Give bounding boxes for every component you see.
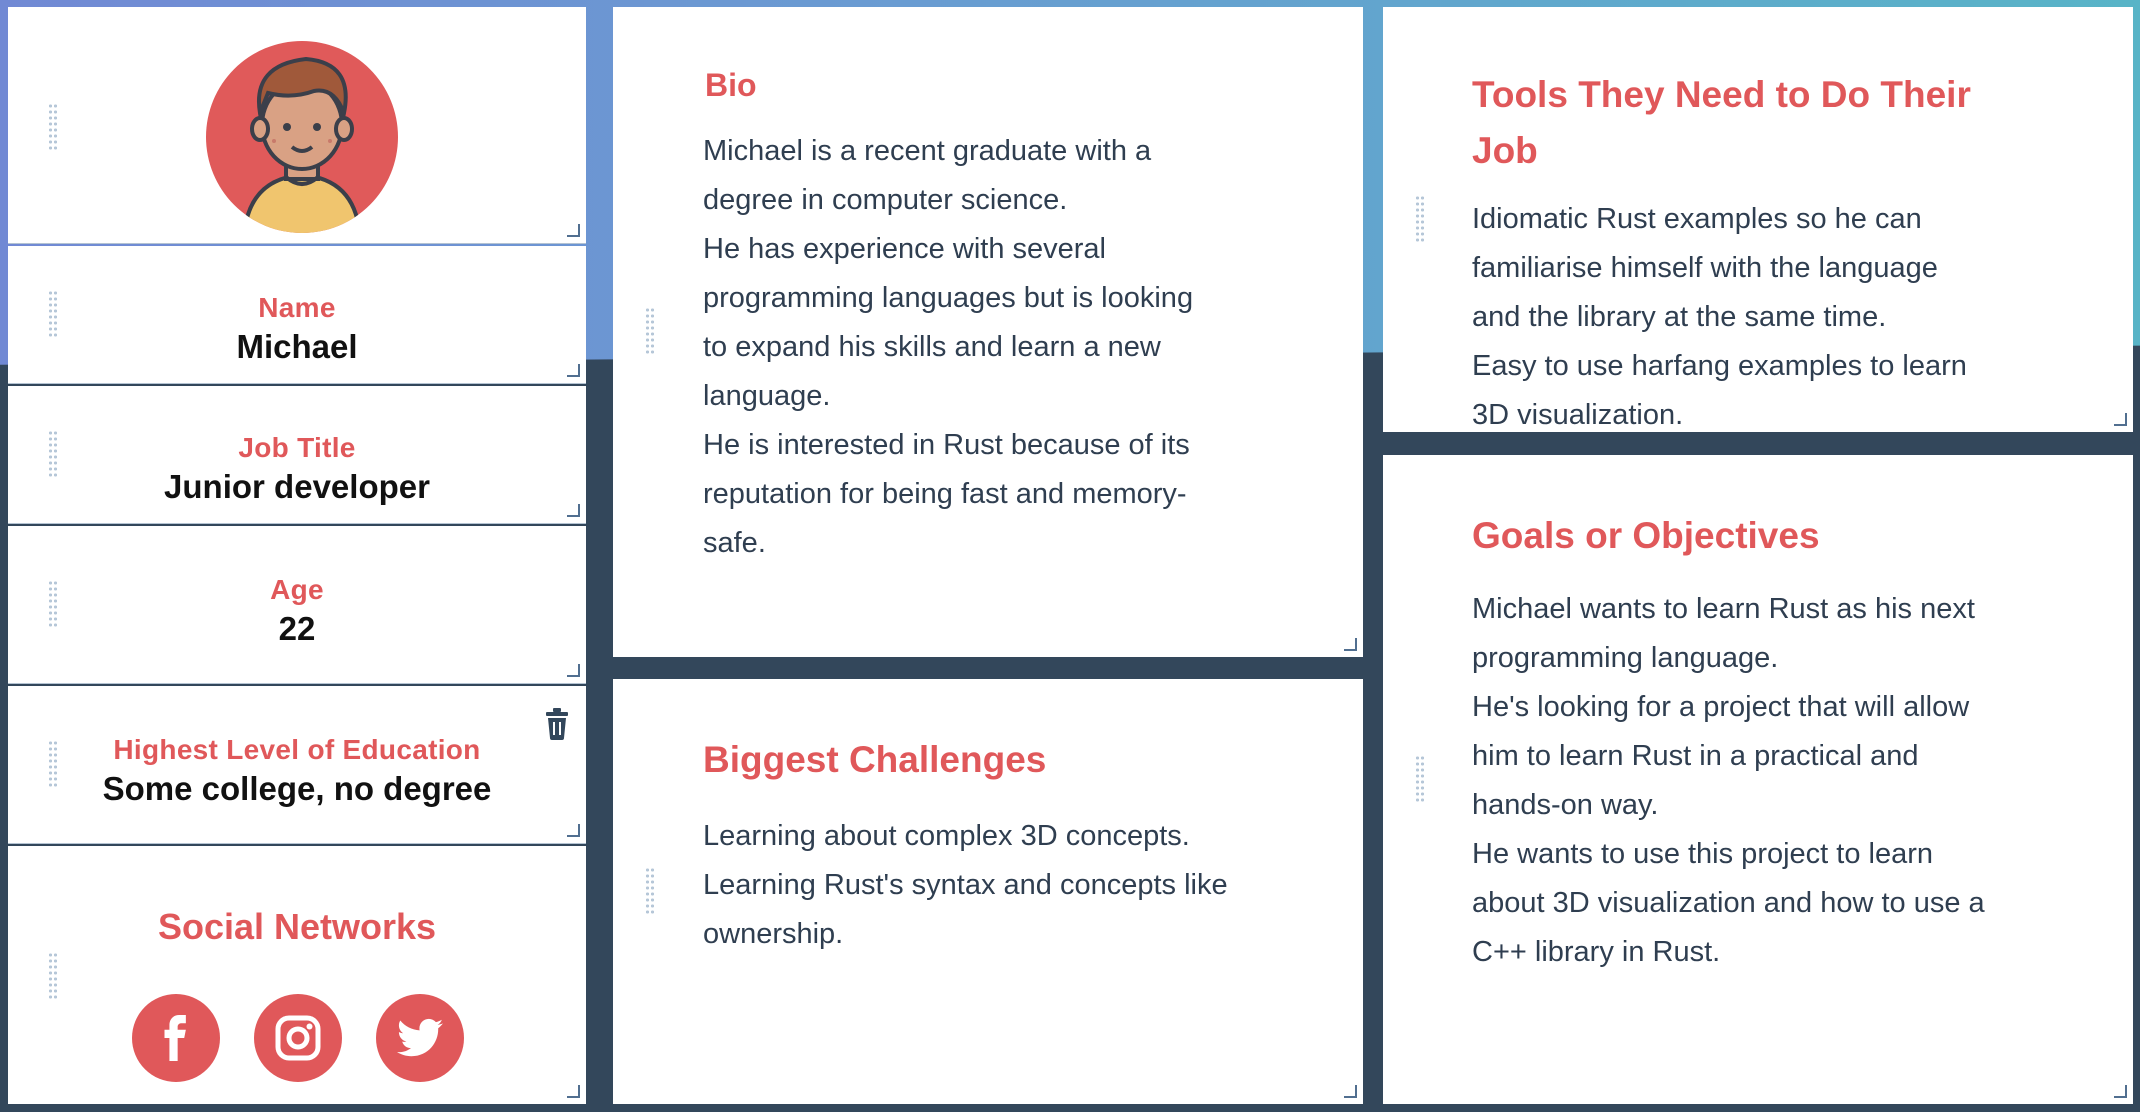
name-value[interactable]: Michael	[8, 328, 586, 366]
text-line: C++ library in Rust.	[1472, 936, 1721, 968]
tools-card[interactable]: Tools They Need to Do Their Job Idiomati…	[1383, 7, 2133, 432]
text-line: reputation for being fast and memory-	[703, 478, 1187, 510]
user-avatar-icon	[206, 41, 398, 233]
resize-handle[interactable]	[567, 1085, 580, 1098]
text-line: hands-on way.	[1472, 789, 1659, 821]
name-card[interactable]: Name Michael	[8, 246, 586, 384]
education-label: Highest Level of Education	[113, 734, 481, 765]
text-line: familiarise himself with the language	[1472, 252, 1938, 284]
tools-title-line2: Job	[1472, 130, 1538, 171]
text-line: He wants to use this project to learn	[1472, 838, 1934, 870]
tools-title: Tools They Need to Do Their Job	[1472, 67, 1971, 179]
goals-title: Goals or Objectives	[1472, 515, 1820, 556]
text-line: Michael is a recent graduate with a	[703, 135, 1152, 167]
tools-text[interactable]: Idiomatic Rust examples so he can familia…	[1472, 195, 2102, 440]
job-title-label: Job Title	[238, 432, 356, 463]
resize-handle[interactable]	[1344, 638, 1357, 651]
social-networks-card[interactable]: Social Networks	[8, 846, 586, 1104]
education-value[interactable]: Some college, no degree	[8, 770, 586, 808]
bio-title: Bio	[705, 67, 757, 103]
biggest-challenges-text[interactable]: Learning about complex 3D concepts. Learn…	[703, 812, 1333, 959]
tools-title-line1: Tools They Need to Do Their	[1472, 74, 1971, 115]
text-line: ownership.	[703, 918, 844, 950]
bio-card[interactable]: Bio Michael is a recent graduate with a d…	[613, 7, 1363, 657]
drag-handle[interactable]	[645, 307, 655, 355]
resize-handle[interactable]	[567, 504, 580, 517]
text-line: programming languages but is looking	[703, 282, 1194, 314]
age-card[interactable]: Age 22	[8, 526, 586, 684]
drag-handle[interactable]	[1415, 195, 1425, 243]
drag-handle[interactable]	[1415, 755, 1425, 803]
text-line: programming language.	[1472, 642, 1779, 674]
avatar	[202, 37, 402, 237]
education-card[interactable]: Highest Level of Education Some college,…	[8, 686, 586, 844]
text-line: 3D visualization.	[1472, 399, 1684, 431]
instagram-icon[interactable]	[254, 994, 342, 1082]
text-line: Learning about complex 3D concepts.	[703, 820, 1190, 852]
text-line: Idiomatic Rust examples so he can	[1472, 203, 1922, 235]
text-line: Learning Rust's syntax and concepts like	[703, 869, 1228, 901]
text-line: language.	[703, 380, 831, 412]
job-title-card[interactable]: Job Title Junior developer	[8, 386, 586, 524]
twitter-icon[interactable]	[376, 994, 464, 1082]
resize-handle[interactable]	[567, 664, 580, 677]
resize-handle[interactable]	[567, 364, 580, 377]
drag-handle[interactable]	[645, 867, 655, 915]
drag-handle[interactable]	[48, 952, 58, 1000]
text-line: He's looking for a project that will all…	[1472, 691, 1970, 723]
text-line: He is interested in Rust because of its	[703, 429, 1190, 461]
name-field: Name Michael	[8, 292, 586, 366]
education-field: Highest Level of Education Some college,…	[8, 734, 586, 808]
text-line: degree in computer science.	[703, 184, 1068, 216]
age-value[interactable]: 22	[8, 610, 586, 648]
job-title-value[interactable]: Junior developer	[8, 468, 586, 506]
resize-handle[interactable]	[2114, 1085, 2127, 1098]
age-field: Age 22	[8, 574, 586, 648]
biggest-challenges-title: Biggest Challenges	[703, 739, 1047, 780]
social-networks-title: Social Networks	[157, 906, 437, 947]
text-line: to expand his skills and learn a new	[703, 331, 1161, 363]
text-line: safe.	[703, 527, 766, 559]
drag-handle[interactable]	[48, 103, 58, 151]
text-line: He has experience with several	[703, 233, 1106, 265]
name-label: Name	[258, 292, 336, 323]
goals-text[interactable]: Michael wants to learn Rust as his next p…	[1472, 585, 2122, 977]
text-line: and the library at the same time.	[1472, 301, 1887, 333]
job-title-field: Job Title Junior developer	[8, 432, 586, 506]
facebook-icon[interactable]	[132, 994, 220, 1082]
text-line: him to learn Rust in a practical and	[1472, 740, 1919, 772]
goals-card[interactable]: Goals or Objectives Michael wants to lea…	[1383, 455, 2133, 1104]
avatar-card[interactable]	[8, 7, 586, 244]
text-line: Easy to use harfang examples to learn	[1472, 350, 1967, 382]
biggest-challenges-card[interactable]: Biggest Challenges Learning about comple…	[613, 679, 1363, 1104]
resize-handle[interactable]	[2114, 413, 2127, 426]
text-line: about 3D visualization and how to use a	[1472, 887, 1985, 919]
bio-text[interactable]: Michael is a recent graduate with a degre…	[703, 127, 1333, 568]
resize-handle[interactable]	[567, 824, 580, 837]
text-line: Michael wants to learn Rust as his next	[1472, 593, 1975, 625]
resize-handle[interactable]	[567, 224, 580, 237]
age-label: Age	[270, 574, 324, 605]
resize-handle[interactable]	[1344, 1085, 1357, 1098]
